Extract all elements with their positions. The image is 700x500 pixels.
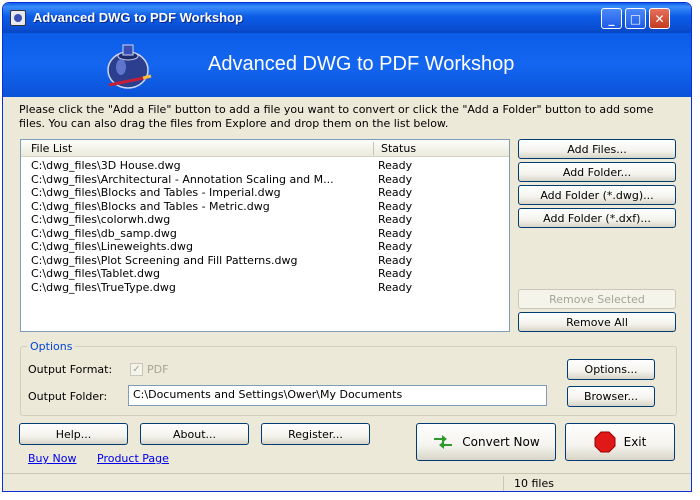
instructions-text: Please click the "Add a File" button to … (19, 103, 654, 130)
file-status: Ready (378, 186, 413, 199)
convert-now-button[interactable]: Convert Now (416, 423, 556, 461)
register-button[interactable]: Register... (261, 423, 370, 445)
convert-now-label: Convert Now (462, 435, 540, 449)
app-window: Advanced DWG to PDF Workshop _ □ ✕ Advan… (2, 2, 692, 492)
output-folder-input[interactable]: C:\Documents and Settings\Ower\My Docume… (128, 385, 547, 406)
browser-button[interactable]: Browser... (567, 386, 655, 407)
file-status: Ready (378, 240, 413, 253)
add-files-button[interactable]: Add Files... (518, 139, 676, 159)
file-name: C:\dwg_files\Blocks and Tables - Imperia… (31, 186, 281, 199)
output-format-value: PDF (147, 363, 169, 376)
exit-button[interactable]: Exit (565, 423, 675, 461)
file-name: C:\dwg_files\TrueType.dwg (31, 280, 176, 294)
add-folder-dxf-button[interactable]: Add Folder (*.dxf)... (518, 208, 676, 228)
help-button[interactable]: Help... (19, 423, 128, 445)
remove-all-button[interactable]: Remove All (518, 312, 676, 332)
column-status[interactable]: Status (381, 142, 416, 155)
remove-selected-button[interactable]: Remove Selected (518, 289, 676, 309)
app-icon[interactable] (10, 10, 26, 26)
minimize-button[interactable]: _ (601, 8, 622, 29)
options-button[interactable]: Options... (567, 359, 655, 380)
table-row[interactable]: C:\dwg_files\db_samp.dwg Ready (21, 227, 509, 241)
file-name: C:\dwg_files\colorwh.dwg (31, 213, 171, 226)
maximize-button[interactable]: □ (625, 8, 646, 29)
table-row[interactable]: C:\dwg_files\Tablet.dwg Ready (21, 267, 509, 281)
table-row[interactable]: C:\dwg_files\Architectural - Annotation … (21, 173, 509, 187)
status-bar: 10 files (3, 473, 691, 491)
column-file-list[interactable]: File List (31, 142, 72, 155)
table-row[interactable]: C:\dwg_files\Blocks and Tables - Imperia… (21, 186, 509, 200)
product-page-link[interactable]: Product Page (97, 452, 169, 465)
close-button[interactable]: ✕ (649, 8, 670, 29)
file-name: C:\dwg_files\Lineweights.dwg (31, 240, 193, 253)
banner: Advanced DWG to PDF Workshop (3, 33, 691, 97)
table-row[interactable]: C:\dwg_files\TrueType.dwg Ready (21, 281, 509, 295)
file-count: 10 files (503, 476, 691, 491)
file-status: Ready (378, 172, 413, 186)
file-name: C:\dwg_files\Architectural - Annotation … (31, 172, 334, 186)
file-list-rows: C:\dwg_files\3D House.dwg Ready C:\dwg_fi… (21, 159, 509, 294)
options-legend: Options (27, 340, 76, 353)
table-row[interactable]: C:\dwg_files\Blocks and Tables - Metric.… (21, 200, 509, 214)
buy-now-link[interactable]: Buy Now (28, 452, 76, 465)
add-folder-button[interactable]: Add Folder... (518, 162, 676, 182)
table-row[interactable]: C:\dwg_files\Plot Screening and Fill Pat… (21, 254, 509, 268)
file-list[interactable]: File List Status C:\dwg_files\3D House.d… (20, 139, 510, 332)
file-name: C:\dwg_files\Blocks and Tables - Metric.… (31, 199, 270, 213)
table-row[interactable]: C:\dwg_files\colorwh.dwg Ready (21, 213, 509, 227)
table-row[interactable]: C:\dwg_files\3D House.dwg Ready (21, 159, 509, 173)
file-status: Ready (378, 267, 413, 280)
add-folder-dwg-button[interactable]: Add Folder (*.dwg)... (518, 185, 676, 205)
table-row[interactable]: C:\dwg_files\Lineweights.dwg Ready (21, 240, 509, 254)
file-name: C:\dwg_files\Tablet.dwg (31, 267, 160, 280)
file-status: Ready (378, 253, 413, 267)
file-status: Ready (378, 280, 413, 294)
output-folder-label: Output Folder: (28, 390, 108, 403)
convert-arrows-icon (434, 435, 453, 449)
stop-sign-icon (594, 431, 616, 453)
output-format-checkbox[interactable]: ✓ (130, 363, 143, 376)
file-status: Ready (378, 213, 413, 226)
file-name: C:\dwg_files\3D House.dwg (31, 159, 181, 172)
logo-icon (107, 44, 152, 89)
exit-label: Exit (623, 435, 647, 449)
file-list-header: File List Status (21, 140, 509, 157)
file-status: Ready (378, 159, 413, 172)
banner-title: Advanced DWG to PDF Workshop (208, 53, 515, 75)
column-divider[interactable] (373, 142, 374, 155)
file-name: C:\dwg_files\Plot Screening and Fill Pat… (31, 253, 298, 267)
window-title: Advanced DWG to PDF Workshop (33, 10, 243, 25)
about-button[interactable]: About... (140, 423, 249, 445)
title-bar[interactable]: Advanced DWG to PDF Workshop _ □ ✕ (3, 3, 691, 33)
file-status: Ready (378, 226, 413, 240)
output-format-label: Output Format: (28, 363, 113, 376)
file-status: Ready (378, 199, 413, 213)
file-name: C:\dwg_files\db_samp.dwg (31, 226, 177, 240)
